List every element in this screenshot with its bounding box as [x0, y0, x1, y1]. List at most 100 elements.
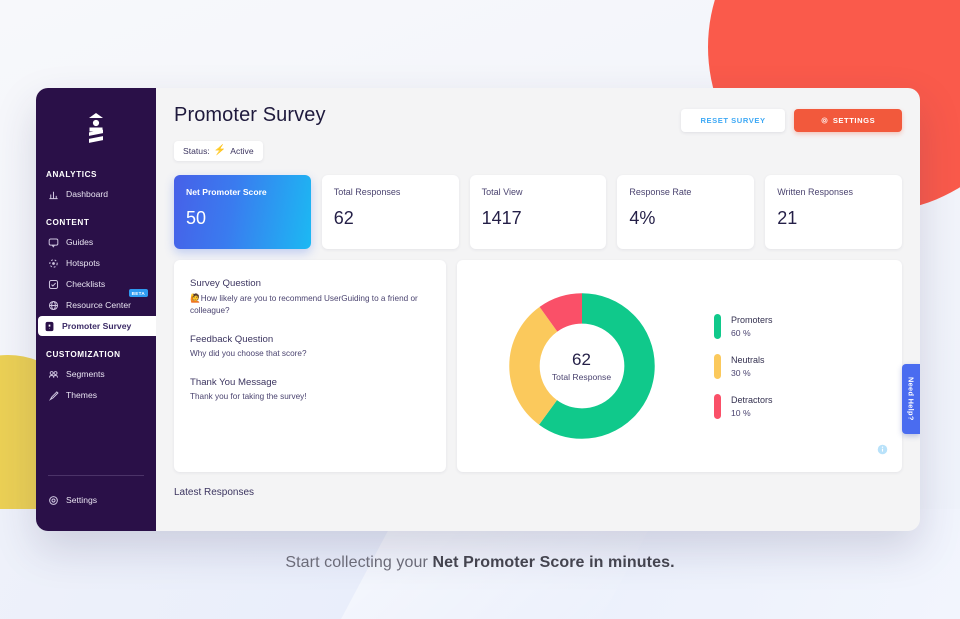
- legend-item-neutrals: Neutrals 30 %: [714, 353, 773, 379]
- stat-label: Response Rate: [629, 187, 692, 197]
- status-value: Active: [230, 146, 254, 156]
- sidebar-item-label: Themes: [66, 390, 98, 400]
- page-title: Promoter Survey: [174, 104, 326, 126]
- brush-icon: [48, 390, 59, 401]
- response-breakdown-panel: 62 Total Response Promoters 60 % Neutral…: [457, 260, 902, 472]
- block-title: Survey Question: [190, 278, 261, 289]
- caption-prefix: Start collecting your: [285, 554, 433, 571]
- chart-legend: Promoters 60 % Neutrals 30 % Detractors …: [692, 313, 773, 419]
- stat-value: 4%: [629, 208, 656, 228]
- topbar: Promoter Survey RESET SURVEY SETTINGS: [174, 104, 902, 132]
- need-help-label: Need Help?: [906, 377, 916, 421]
- block-title: Feedback Question: [190, 333, 274, 345]
- donut-chart-wrap: 62 Total Response: [457, 290, 692, 442]
- lightning-bolt-icon: ⚡: [213, 145, 227, 156]
- sidebar-item-label: Checklists: [66, 279, 106, 289]
- legend-swatch: [714, 353, 721, 379]
- stat-label: Net Promoter Score: [186, 187, 267, 197]
- donut-chart: 62 Total Response: [506, 290, 658, 442]
- sidebar-bottom: Settings: [36, 449, 156, 511]
- stat-label: Total View: [481, 187, 523, 197]
- legend-swatch: [714, 393, 721, 419]
- segments-icon: [48, 369, 59, 380]
- sidebar-item-label: Hotspots: [66, 258, 100, 268]
- hotspot-icon: [48, 258, 59, 269]
- sidebar-item-hotspots[interactable]: Hotspots: [42, 253, 152, 273]
- survey-question-block: Survey Question 🙋How likely are you to r…: [190, 278, 430, 317]
- stat-label: Total Responses: [333, 187, 401, 197]
- divider: [48, 475, 144, 476]
- nav-group-title-analytics: ANALYTICS: [46, 170, 98, 179]
- caption-strong: Net Promoter Score in minutes.: [432, 554, 675, 571]
- sidebar: ANALYTICS Dashboard CONTENT Guides Hotsp…: [36, 88, 156, 531]
- status-badge: Status: ⚡ Active: [174, 141, 263, 161]
- block-body: 🙋How likely are you to recommend UserGui…: [190, 292, 430, 317]
- stat-value: 21: [777, 208, 798, 228]
- stat-card-written-responses[interactable]: Written Responses 21: [765, 175, 902, 249]
- stat-value: 1417: [481, 208, 522, 228]
- nav-group-title-customization: CUSTOMIZATION: [46, 350, 121, 359]
- sidebar-item-themes[interactable]: Themes: [42, 385, 152, 405]
- legend-value: 10 %: [731, 407, 751, 418]
- sidebar-item-dashboard[interactable]: Dashboard: [42, 184, 152, 204]
- legend-item-detractors: Detractors 10 %: [714, 393, 773, 419]
- checkbox-icon: [48, 279, 59, 290]
- app-window: ANALYTICS Dashboard CONTENT Guides Hotsp…: [36, 88, 920, 531]
- stat-cards: Net Promoter Score 50 Total Responses 62…: [174, 175, 902, 249]
- stat-card-net-promoter-score[interactable]: Net Promoter Score 50: [174, 175, 311, 249]
- sidebar-item-settings[interactable]: Settings: [42, 490, 152, 510]
- legend-value: 30 %: [731, 367, 751, 378]
- person-raising-hand-emoji: 🙋: [190, 293, 201, 303]
- marketing-caption: Start collecting your Net Promoter Score…: [0, 554, 960, 572]
- lighthouse-logo: [36, 102, 156, 156]
- sidebar-item-promoter-survey[interactable]: Promoter Survey: [38, 316, 156, 336]
- sidebar-item-guides[interactable]: Guides: [42, 232, 152, 252]
- sidebar-item-label: Promoter Survey: [62, 321, 132, 331]
- legend-label: Promoters: [731, 314, 773, 325]
- sidebar-item-label: Guides: [66, 237, 94, 247]
- block-body: Why did you choose that score?: [190, 348, 307, 358]
- stat-value: 50: [186, 208, 207, 228]
- legend-value: 60 %: [731, 327, 751, 338]
- survey-questions-panel: Survey Question 🙋How likely are you to r…: [174, 260, 446, 472]
- legend-label: Neutrals: [731, 354, 765, 365]
- info-circle-icon[interactable]: [877, 442, 888, 460]
- gear-icon: [821, 117, 828, 124]
- globe-icon: [48, 300, 59, 311]
- stat-value: 62: [333, 208, 354, 228]
- survey-icon: [44, 321, 55, 332]
- thank-you-message-block: Thank You Message Thank you for taking t…: [190, 377, 430, 403]
- top-actions: RESET SURVEY SETTINGS: [681, 104, 902, 132]
- legend-item-promoters: Promoters 60 %: [714, 313, 773, 339]
- donut-center-value: 62: [572, 350, 591, 369]
- block-body: Thank you for taking the survey!: [190, 391, 307, 401]
- sidebar-item-label: Dashboard: [66, 189, 109, 199]
- sidebar-item-segments[interactable]: Segments: [42, 364, 152, 384]
- latest-responses-heading: Latest Responses: [174, 487, 255, 498]
- sidebar-item-label: Settings: [66, 495, 98, 505]
- legend-swatch: [714, 313, 721, 339]
- chart-bar-icon: [48, 189, 59, 200]
- gear-icon: [48, 495, 59, 506]
- sidebar-item-label: Segments: [66, 369, 105, 379]
- stat-card-total-view[interactable]: Total View 1417: [469, 175, 607, 249]
- beta-badge: BETA: [128, 289, 148, 297]
- nav-group-title-content: CONTENT: [46, 218, 90, 227]
- settings-button-label: SETTINGS: [832, 116, 876, 125]
- stat-label: Written Responses: [777, 187, 854, 197]
- block-body-text: How likely are you to recommend UserGuid…: [190, 294, 418, 315]
- main-content: Promoter Survey RESET SURVEY SETTINGS St…: [156, 88, 920, 531]
- sidebar-item-label: Resource Center: [66, 300, 131, 310]
- need-help-tab[interactable]: Need Help?: [902, 364, 920, 434]
- chat-bubble-icon: [48, 237, 59, 248]
- block-title: Thank You Message: [190, 376, 277, 388]
- reset-survey-button[interactable]: RESET SURVEY: [681, 109, 785, 132]
- stat-card-response-rate[interactable]: Response Rate 4%: [617, 175, 755, 249]
- panels: Survey Question 🙋How likely are you to r…: [174, 260, 902, 472]
- donut-center-caption: Total Response: [551, 372, 612, 382]
- feedback-question-block: Feedback Question Why did you choose tha…: [190, 334, 430, 360]
- stat-card-total-responses[interactable]: Total Responses 62: [321, 175, 459, 249]
- sidebar-item-resource-center[interactable]: Resource Center BETA: [42, 289, 152, 315]
- legend-label: Detractors: [731, 394, 773, 405]
- settings-button[interactable]: SETTINGS: [794, 109, 902, 132]
